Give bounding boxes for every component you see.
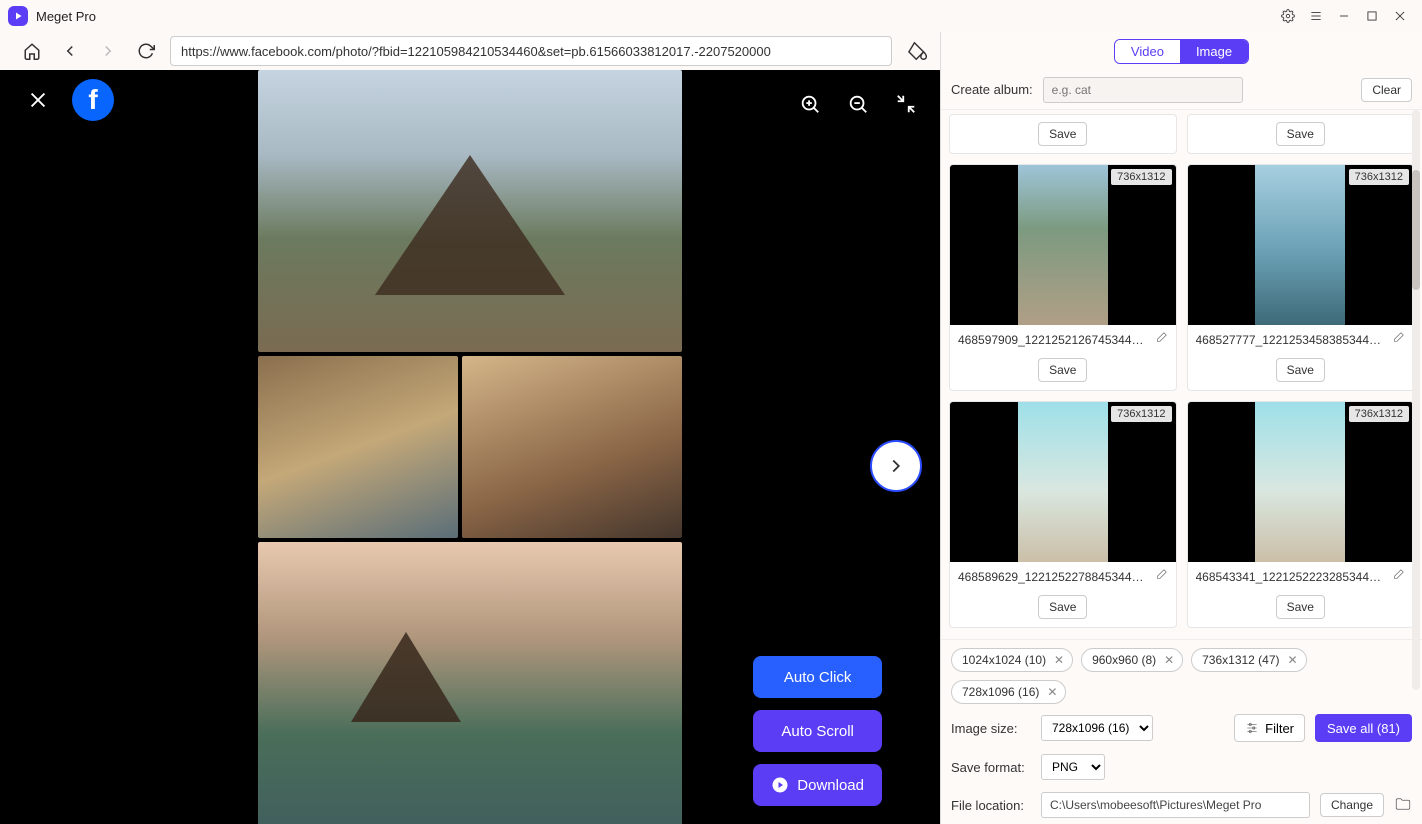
save-button[interactable]: Save	[1276, 595, 1325, 619]
download-label: Download	[797, 777, 864, 794]
mode-tabs: Video Image	[1114, 39, 1249, 64]
create-album-label: Create album:	[951, 82, 1033, 97]
chip-label: 736x1312 (47)	[1202, 653, 1279, 667]
app-logo-icon	[8, 6, 28, 26]
dimension-badge: 736x1312	[1111, 169, 1171, 185]
thumbnail-image[interactable]: 736x1312	[1188, 165, 1414, 325]
edit-name-icon[interactable]	[1154, 331, 1168, 348]
save-format-select[interactable]: PNG	[1041, 754, 1105, 780]
thumbnail-card: Save	[1187, 114, 1415, 154]
browser-toolbar	[0, 32, 940, 70]
auto-click-button[interactable]: Auto Click	[753, 656, 882, 698]
reload-icon[interactable]	[132, 37, 160, 65]
thumbnail-image[interactable]: 736x1312	[1188, 402, 1414, 562]
chip-remove-icon[interactable]: ✕	[1162, 653, 1176, 667]
save-format-label: Save format:	[951, 760, 1031, 775]
save-all-button[interactable]: Save all (81)	[1315, 714, 1412, 742]
url-input[interactable]	[170, 36, 892, 66]
thumbnail-image[interactable]: 736x1312	[950, 165, 1176, 325]
chip-label: 728x1096 (16)	[962, 685, 1039, 699]
bucket-icon[interactable]	[908, 40, 930, 62]
menu-icon[interactable]	[1302, 2, 1330, 30]
download-button[interactable]: Download	[753, 764, 882, 806]
edit-name-icon[interactable]	[1391, 568, 1405, 585]
thumbnail-filename: 468589629_122125227884534460_	[958, 570, 1148, 584]
dimension-chip[interactable]: 960x960 (8) ✕	[1081, 648, 1183, 672]
close-icon[interactable]	[20, 82, 56, 118]
window-close[interactable]	[1386, 2, 1414, 30]
dimension-chip[interactable]: 736x1312 (47) ✕	[1191, 648, 1306, 672]
chip-remove-icon[interactable]: ✕	[1045, 685, 1059, 699]
thumbnail-card: Save	[949, 114, 1177, 154]
thumbnail-image[interactable]: 736x1312	[950, 402, 1176, 562]
thumbnail-card[interactable]: 736x1312 468589629_122125227884534460_ Sav…	[949, 401, 1177, 628]
tab-video[interactable]: Video	[1115, 40, 1180, 63]
save-button[interactable]: Save	[1038, 358, 1087, 382]
tab-image[interactable]: Image	[1180, 40, 1248, 63]
dimension-badge: 736x1312	[1349, 169, 1409, 185]
browser-viewport: f	[0, 70, 940, 824]
change-location-button[interactable]: Change	[1320, 793, 1384, 817]
image-size-select[interactable]: 728x1096 (16)	[1041, 715, 1153, 741]
save-button[interactable]: Save	[1038, 122, 1087, 146]
thumbnail-card[interactable]: 736x1312 468543341_122125222328534460_ Sav…	[1187, 401, 1415, 628]
dimension-badge: 736x1312	[1111, 406, 1171, 422]
thumbnail-filename: 468597909_122125212674534460_:	[958, 333, 1148, 347]
zoom-in-icon[interactable]	[796, 90, 824, 118]
save-button[interactable]: Save	[1276, 122, 1325, 146]
file-location-label: File location:	[951, 798, 1031, 813]
image-size-label: Image size:	[951, 721, 1031, 736]
edit-name-icon[interactable]	[1154, 568, 1168, 585]
dimension-chips: 1024x1024 (10)✕960x960 (8)✕736x1312 (47)…	[941, 639, 1422, 708]
clear-button[interactable]: Clear	[1361, 78, 1412, 102]
scrollbar-handle[interactable]	[1412, 170, 1420, 290]
forward-icon[interactable]	[94, 37, 122, 65]
open-folder-icon[interactable]	[1394, 795, 1412, 816]
window-minimize[interactable]	[1330, 2, 1358, 30]
album-name-input[interactable]	[1043, 77, 1243, 103]
settings-icon[interactable]	[1274, 2, 1302, 30]
chip-label: 960x960 (8)	[1092, 653, 1156, 667]
save-button[interactable]: Save	[1038, 595, 1087, 619]
zoom-out-icon[interactable]	[844, 90, 872, 118]
thumbnail-filename: 468543341_122125222328534460_	[1196, 570, 1386, 584]
dimension-badge: 736x1312	[1349, 406, 1409, 422]
dimension-chip[interactable]: 728x1096 (16) ✕	[951, 680, 1066, 704]
back-icon[interactable]	[56, 37, 84, 65]
title-bar: Meget Pro	[0, 0, 1422, 32]
facebook-logo[interactable]: f	[72, 79, 114, 121]
thumbnail-filename: 468527777_122125345838534460_	[1196, 333, 1386, 347]
chip-remove-icon[interactable]: ✕	[1052, 653, 1066, 667]
auto-scroll-button[interactable]: Auto Scroll	[753, 710, 882, 752]
filter-button[interactable]: Filter	[1234, 714, 1305, 742]
thumbnail-card[interactable]: 736x1312 468527777_122125345838534460_ Sav…	[1187, 164, 1415, 391]
app-title: Meget Pro	[36, 9, 96, 24]
chip-remove-icon[interactable]: ✕	[1286, 653, 1300, 667]
filter-label: Filter	[1265, 721, 1294, 736]
edit-name-icon[interactable]	[1391, 331, 1405, 348]
next-photo-button[interactable]	[870, 440, 922, 492]
save-button[interactable]: Save	[1276, 358, 1325, 382]
chip-label: 1024x1024 (10)	[962, 653, 1046, 667]
thumbnail-card[interactable]: 736x1312 468597909_122125212674534460_: Sa…	[949, 164, 1177, 391]
scrollbar[interactable]	[1412, 110, 1420, 690]
window-maximize[interactable]	[1358, 2, 1386, 30]
dimension-chip[interactable]: 1024x1024 (10) ✕	[951, 648, 1073, 672]
home-icon[interactable]	[18, 37, 46, 65]
photo-collage	[258, 70, 682, 824]
fullscreen-exit-icon[interactable]	[892, 90, 920, 118]
file-location-input[interactable]	[1041, 792, 1310, 818]
